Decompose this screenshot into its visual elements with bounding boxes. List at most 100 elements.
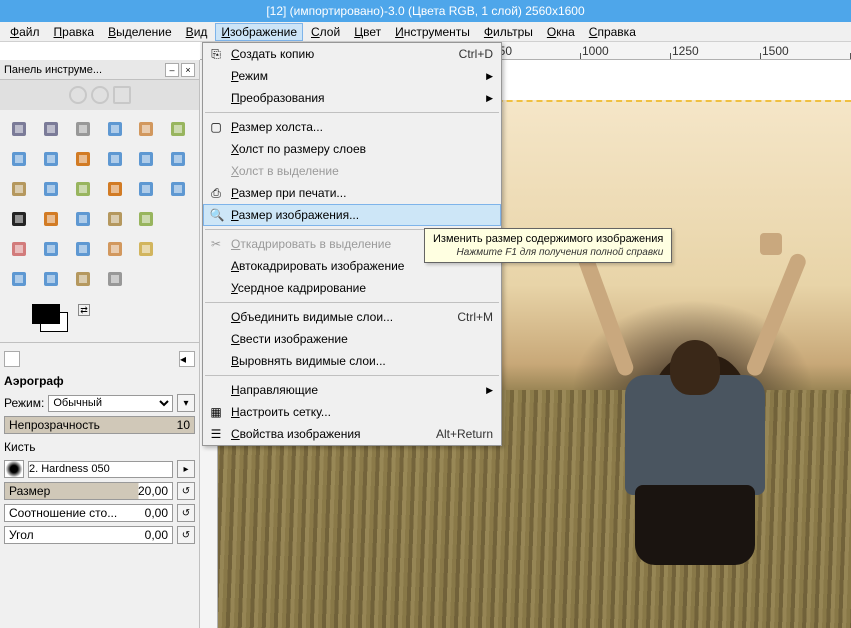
smudge-icon[interactable]: [38, 266, 64, 292]
bucket-icon[interactable]: [38, 206, 64, 232]
menu-изображение[interactable]: Изображение: [215, 23, 303, 41]
mode-label: Режим:: [4, 396, 44, 410]
eraser-icon[interactable]: [6, 236, 32, 262]
brush-label: Кисть: [4, 440, 35, 454]
mode-select[interactable]: Обычный: [48, 395, 173, 412]
menu-цвет[interactable]: Цвет: [348, 23, 387, 41]
menu-item[interactable]: Свести изображение: [203, 328, 501, 350]
shear-icon[interactable]: [165, 146, 191, 172]
blur-icon[interactable]: [70, 266, 96, 292]
text-icon[interactable]: [6, 206, 32, 232]
menu-правка[interactable]: Правка: [48, 23, 101, 41]
menu-item-label: Направляющие: [231, 383, 318, 397]
aspect-slider[interactable]: Соотношение сто... 0,00: [4, 504, 173, 522]
menu-item[interactable]: ▦Настроить сетку...: [203, 401, 501, 423]
crop-icon[interactable]: [6, 146, 32, 172]
menu-выделение[interactable]: Выделение: [102, 23, 178, 41]
scale-icon[interactable]: [133, 146, 159, 172]
mypaint-icon[interactable]: [6, 266, 32, 292]
submenu-arrow-icon: ▶: [486, 71, 493, 82]
heal-icon[interactable]: [133, 236, 159, 262]
free-select-icon[interactable]: [70, 116, 96, 142]
by-color-select-icon[interactable]: [133, 116, 159, 142]
rect-select-icon[interactable]: [6, 116, 32, 142]
active-tool-name: Аэрограф: [4, 374, 64, 388]
menu-item[interactable]: ⎘Создать копиюCtrl+D: [203, 43, 501, 65]
tool-options-menu-icon[interactable]: ◂: [179, 351, 195, 367]
menu-инструменты[interactable]: Инструменты: [389, 23, 476, 41]
menu-item[interactable]: ⎙Размер при печати...: [203, 182, 501, 204]
flip-icon[interactable]: [38, 176, 64, 202]
menu-item: Холст в выделение: [203, 160, 501, 182]
brush-menu-icon[interactable]: ▸: [177, 460, 195, 478]
menu-bar: ФайлПравкаВыделениеВидИзображениеСлойЦве…: [0, 22, 851, 42]
menu-item-label: Настроить сетку...: [231, 405, 331, 419]
ellipse-select-icon[interactable]: [38, 116, 64, 142]
tool-icon: [165, 206, 191, 232]
ink-icon[interactable]: [70, 236, 96, 262]
menu-item[interactable]: Усердное кадрирование: [203, 277, 501, 299]
menu-item[interactable]: ☰Свойства изображенияAlt+Return: [203, 423, 501, 445]
menu-файл[interactable]: Файл: [4, 23, 46, 41]
size-reset-icon[interactable]: ↺: [177, 482, 195, 500]
mode-menu-icon[interactable]: ▾: [177, 394, 195, 412]
brush-preview[interactable]: [4, 460, 24, 478]
menu-item[interactable]: Выровнять видимые слои...: [203, 350, 501, 372]
menu-окна[interactable]: Окна: [541, 23, 581, 41]
menu-вид[interactable]: Вид: [180, 23, 214, 41]
menu-item[interactable]: Режим▶: [203, 65, 501, 87]
paintbrush-icon[interactable]: [133, 206, 159, 232]
airbrush-icon[interactable]: [38, 236, 64, 262]
menu-item[interactable]: Преобразования▶: [203, 87, 501, 109]
move-icon[interactable]: [38, 146, 64, 172]
size-slider[interactable]: Размер 20,00: [4, 482, 173, 500]
menu-item-label: Размер при печати...: [231, 186, 346, 200]
brush-name-input[interactable]: [28, 461, 173, 478]
menu-item[interactable]: Объединить видимые слои...Ctrl+M: [203, 306, 501, 328]
props-icon: ☰: [208, 426, 224, 442]
scale-icon: 🔍: [209, 207, 225, 223]
menu-item[interactable]: Холст по размеру слоев: [203, 138, 501, 160]
fg-bg-colors[interactable]: [32, 304, 72, 334]
warp-icon[interactable]: [102, 176, 128, 202]
tooltip: Изменить размер содержимого изображения …: [424, 228, 672, 263]
opacity-slider[interactable]: Непрозрачность 10: [4, 416, 195, 434]
menu-shortcut: Ctrl+M: [457, 310, 493, 324]
align-icon[interactable]: [70, 146, 96, 172]
menu-item-label: Автокадрировать изображение: [231, 259, 404, 273]
pencil-icon[interactable]: [102, 206, 128, 232]
scissors-icon[interactable]: [165, 116, 191, 142]
swap-colors-icon[interactable]: ⇄: [78, 304, 90, 316]
canvas-icon: ▢: [208, 119, 224, 135]
fuzzy-select-icon[interactable]: [102, 116, 128, 142]
crop-icon: ✂: [208, 236, 224, 252]
perspective-icon[interactable]: [6, 176, 32, 202]
panel-min-icon[interactable]: –: [165, 63, 179, 77]
rotate-icon[interactable]: [102, 146, 128, 172]
angle-reset-icon[interactable]: ↺: [177, 526, 195, 544]
submenu-arrow-icon: ▶: [486, 385, 493, 396]
menu-item-label: Размер холста...: [231, 120, 323, 134]
menu-справка[interactable]: Справка: [583, 23, 642, 41]
tooltip-text: Изменить размер содержимого изображения: [433, 233, 663, 245]
tool-options-tab[interactable]: [4, 351, 20, 367]
menu-слой[interactable]: Слой: [305, 23, 346, 41]
menu-item[interactable]: ▢ Размер холста...: [203, 116, 501, 138]
menu-item-label: Размер изображения...: [231, 208, 359, 222]
menu-фильтры[interactable]: Фильтры: [478, 23, 539, 41]
panel-close-icon[interactable]: ×: [181, 63, 195, 77]
menu-item-label: Холст по размеру слоев: [231, 142, 366, 156]
menu-item[interactable]: Направляющие ▶: [203, 379, 501, 401]
aspect-reset-icon[interactable]: ↺: [177, 504, 195, 522]
unified-icon[interactable]: [165, 176, 191, 202]
text-hint-icon[interactable]: [133, 176, 159, 202]
copy-icon: ⎘: [208, 46, 224, 62]
angle-slider[interactable]: Угол 0,00: [4, 526, 173, 544]
gradient-icon[interactable]: [70, 206, 96, 232]
menu-item[interactable]: 🔍 Размер изображения...: [203, 204, 501, 226]
dodge-icon[interactable]: [102, 266, 128, 292]
cage-icon[interactable]: [70, 176, 96, 202]
menu-item-label: Холст в выделение: [231, 164, 339, 178]
menu-item-label: Откадрировать в выделение: [231, 237, 391, 251]
clone-icon[interactable]: [102, 236, 128, 262]
